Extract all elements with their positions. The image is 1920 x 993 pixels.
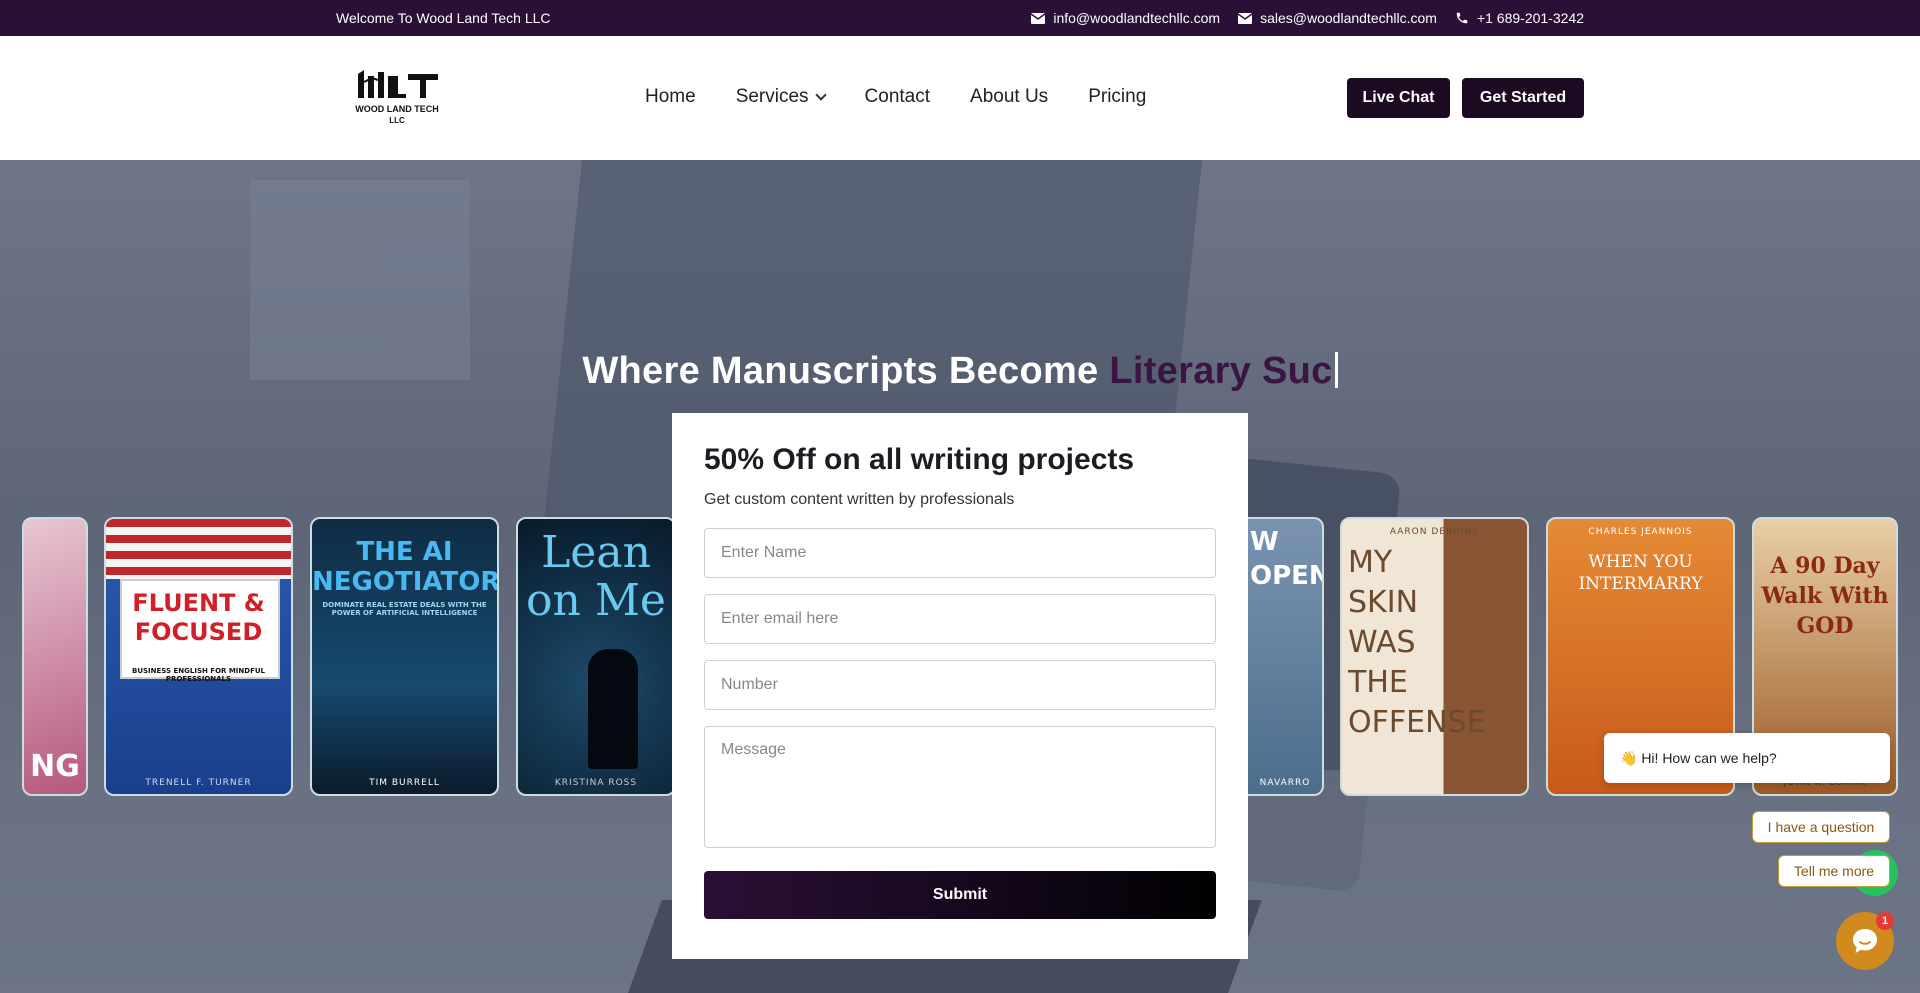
headline-prefix: Where Manuscripts Become bbox=[582, 350, 1110, 392]
nav-services-label: Services bbox=[735, 86, 809, 107]
book-subtitle: DOMINATE REAL ESTATE DEALS WITH THE POWE… bbox=[322, 601, 487, 617]
book-title: A 90 Day Walk With GOD bbox=[1761, 553, 1889, 639]
book-title: FLUENT & FOCUSED bbox=[132, 589, 265, 646]
form-subtitle: Get custom content written by profession… bbox=[704, 491, 1015, 508]
live-chat-button[interactable]: Live Chat bbox=[1347, 78, 1450, 118]
info-email-text: info@woodlandtechllc.com bbox=[1053, 10, 1221, 26]
nav-home[interactable]: Home bbox=[645, 86, 696, 108]
book-title: THE AI NEGOTIATOR bbox=[312, 537, 499, 597]
phone-link[interactable]: +1 689-201-3242 bbox=[1455, 10, 1584, 26]
site-header: WOOD LAND TECH LLC Home Services Contact… bbox=[0, 36, 1920, 160]
book-author: CHARLES JEANNOIS bbox=[1588, 527, 1693, 537]
nav-pricing[interactable]: Pricing bbox=[1088, 86, 1146, 108]
sales-email-link[interactable]: sales@woodlandtechllc.com bbox=[1238, 10, 1437, 26]
mail-icon bbox=[1238, 12, 1253, 24]
phone-icon bbox=[1456, 12, 1468, 24]
book-title: Lean on Me bbox=[526, 527, 666, 626]
book-title: MY SKIN WAS THE OFFENSE bbox=[1348, 545, 1486, 740]
book-cover[interactable]: FLUENT & FOCUSED BUSINESS ENGLISH FOR MI… bbox=[104, 517, 293, 796]
number-field[interactable]: Number bbox=[704, 660, 1216, 710]
book-author: AARON DEBOINE bbox=[1389, 527, 1480, 537]
nav-contact-label: Contact bbox=[864, 86, 931, 107]
chat-greeting-bubble[interactable]: 👋 Hi! How can we help? bbox=[1604, 733, 1890, 783]
nav-about[interactable]: About Us bbox=[970, 86, 1048, 108]
mail-icon bbox=[1031, 12, 1046, 24]
book-title: W OPEN bbox=[1250, 527, 1324, 591]
promo-form: 50% Off on all writing projects Get cust… bbox=[672, 413, 1248, 959]
book-cover[interactable]: NG bbox=[22, 517, 88, 796]
hero-section: Where Manuscripts Become Literary Suc NG… bbox=[0, 160, 1920, 993]
book-author: NAVARRO bbox=[1259, 778, 1311, 788]
flag-graphic bbox=[106, 519, 291, 579]
chevron-down-icon bbox=[814, 89, 827, 101]
main-nav: Home Services Contact About Us Pricing bbox=[645, 86, 1146, 108]
typing-caret bbox=[1334, 352, 1338, 388]
book-author: KRISTINA ROSS bbox=[554, 778, 638, 788]
notification-badge: 1 bbox=[1876, 912, 1894, 930]
message-field[interactable]: Message bbox=[704, 726, 1216, 848]
book-title: NG bbox=[30, 749, 80, 784]
chat-option-more[interactable]: Tell me more bbox=[1778, 855, 1890, 887]
nav-contact[interactable]: Contact bbox=[865, 86, 930, 108]
welcome-text: Welcome To Wood Land Tech LLC bbox=[336, 10, 551, 26]
top-contacts: info@woodlandtechllc.com sales@woodlandt… bbox=[1031, 10, 1584, 26]
hero-headline: Where Manuscripts Become Literary Suc bbox=[0, 350, 1920, 393]
top-bar: Welcome To Wood Land Tech LLC info@woodl… bbox=[0, 0, 1920, 36]
book-cover[interactable]: MY SKIN WAS THE OFFENSE AARON DEBOINE bbox=[1340, 517, 1529, 796]
book-subtitle: BUSINESS ENGLISH FOR MINDFUL PROFESSIONA… bbox=[131, 667, 266, 683]
book-title: WHEN YOU INTERMARRY bbox=[1578, 552, 1703, 594]
form-title: 50% Off on all writing projects bbox=[704, 443, 1135, 476]
book-author: TIM BURRELL bbox=[369, 778, 440, 788]
sales-email-text: sales@woodlandtechllc.com bbox=[1260, 10, 1437, 26]
figure-graphic bbox=[588, 649, 638, 769]
phone-text: +1 689-201-3242 bbox=[1476, 10, 1584, 26]
book-author: TRENELL F. TURNER bbox=[145, 778, 252, 788]
site-logo[interactable]: WOOD LAND TECH LLC bbox=[354, 68, 440, 130]
submit-button[interactable]: Submit bbox=[704, 871, 1216, 919]
book-cover[interactable]: THE AI NEGOTIATOR DOMINATE REAL ESTATE D… bbox=[310, 517, 499, 796]
book-cover[interactable]: Lean on Me KRISTINA ROSS bbox=[516, 517, 676, 796]
svg-text:WOOD LAND TECH: WOOD LAND TECH bbox=[355, 104, 439, 114]
info-email-link[interactable]: info@woodlandtechllc.com bbox=[1031, 10, 1220, 26]
svg-text:LLC: LLC bbox=[389, 116, 405, 125]
nav-home-label: Home bbox=[645, 86, 696, 107]
book-cover[interactable]: W OPEN NAVARRO bbox=[1248, 517, 1324, 796]
chat-icon bbox=[1853, 929, 1877, 953]
logo-mark-icon: WOOD LAND TECH LLC bbox=[355, 70, 439, 125]
nav-services[interactable]: Services bbox=[735, 86, 827, 108]
email-field[interactable]: Enter email here bbox=[704, 594, 1216, 644]
chat-option-question[interactable]: I have a question bbox=[1752, 811, 1890, 843]
get-started-button[interactable]: Get Started bbox=[1462, 78, 1584, 118]
nav-about-label: About Us bbox=[970, 86, 1049, 107]
nav-pricing-label: Pricing bbox=[1088, 86, 1147, 107]
name-field[interactable]: Enter Name bbox=[704, 528, 1216, 578]
headline-accent: Literary Suc bbox=[1109, 350, 1333, 392]
